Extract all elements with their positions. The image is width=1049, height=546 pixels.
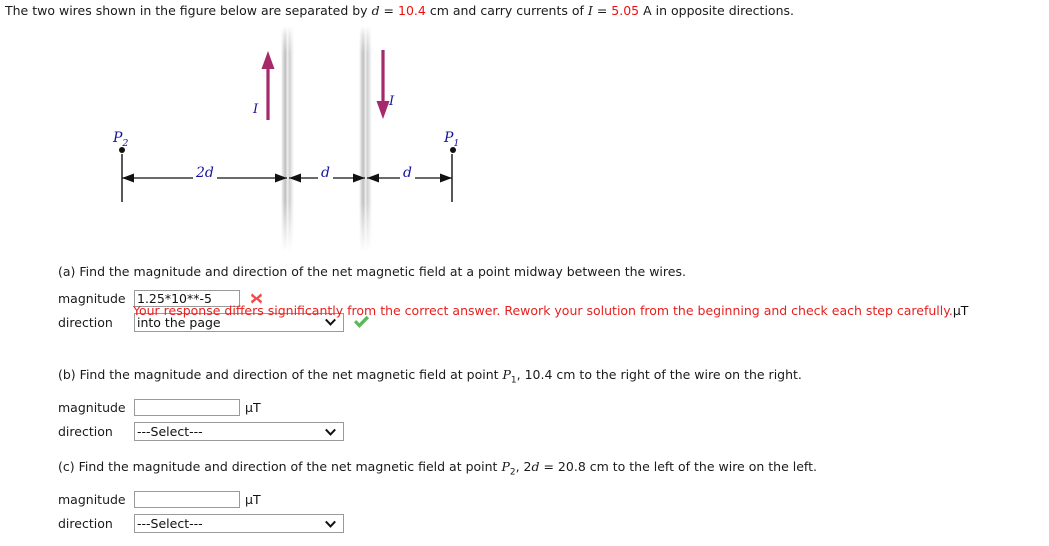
part-c-direction-row: direction ---Select--- [58, 513, 817, 535]
physics-figure: I I P2 P1 2d d d [0, 26, 520, 256]
part-a-direction-label: direction [58, 314, 113, 330]
part-b-direction-select-wrap: ---Select--- [134, 422, 344, 441]
part-c-prompt-symbol-d: d [531, 459, 540, 474]
part-b-prompt-text1: (b) Find the magnitude and direction of … [58, 367, 503, 382]
intro-text-part2: cm and carry currents of [425, 3, 588, 18]
intro-text-part1: The two wires shown in the figure below … [5, 3, 372, 18]
part-b-direction-select[interactable]: ---Select--- [134, 422, 344, 441]
part-b-prompt-symbol: P [502, 367, 511, 382]
part-b-direction-row: direction ---Select--- [58, 421, 802, 443]
part-c-magnitude-input[interactable] [134, 491, 240, 508]
part-b-direction-label: direction [58, 424, 113, 439]
part-c-magnitude-row: magnitude µT [58, 489, 817, 511]
question-part-a: (a) Find the magnitude and direction of … [58, 263, 686, 335]
part-a-feedback-unit: µT [952, 303, 969, 318]
part-a-feedback-text: Your response differs significantly from… [133, 303, 953, 318]
part-c-prompt: (c) Find the magnitude and direction of … [58, 458, 817, 482]
part-c-magnitude-label: magnitude [58, 492, 126, 507]
part-c-direction-label: direction [58, 516, 113, 531]
part-c-direction-select[interactable]: ---Select--- [134, 514, 344, 533]
part-c-prompt-symbol: P [501, 459, 510, 474]
part-b-magnitude-row: magnitude µT [58, 397, 802, 419]
question-part-c: (c) Find the magnitude and direction of … [58, 458, 817, 537]
part-b-prompt-text2: , 10.4 cm to the right of the wire on th… [516, 367, 802, 382]
dimension-label-d-right: d [400, 165, 415, 181]
part-b-magnitude-input[interactable] [134, 399, 240, 416]
part-a-magnitude-label: magnitude [58, 290, 126, 306]
part-b-magnitude-unit: µT [245, 400, 261, 415]
intro-value-i: 5.05 [611, 3, 640, 18]
part-b-magnitude-label: magnitude [58, 400, 126, 415]
dimension-lines [121, 154, 453, 202]
part-a-prompt: (a) Find the magnitude and direction of … [58, 264, 686, 279]
part-a-feedback: Your response differs significantly from… [133, 303, 968, 318]
intro-equals-2: = [592, 3, 612, 18]
dimension-label-d-mid: d [318, 165, 333, 181]
part-c-prompt-text1: (c) Find the magnitude and direction of … [58, 459, 502, 474]
question-part-b: (b) Find the magnitude and direction of … [58, 366, 802, 445]
part-b-prompt: (b) Find the magnitude and direction of … [58, 366, 802, 390]
part-c-magnitude-unit: µT [245, 492, 261, 507]
intro-text-part3: A in opposite directions. [639, 3, 794, 18]
part-c-prompt-text2: , 2 [515, 459, 532, 474]
intro-symbol-d: d [371, 3, 380, 18]
part-c-direction-select-wrap: ---Select--- [134, 514, 344, 533]
part-c-prompt-text3: = 20.8 cm to the left of the wire on the… [539, 459, 817, 474]
problem-statement: The two wires shown in the figure below … [5, 3, 794, 19]
dimension-label-2d: 2d [193, 165, 217, 181]
intro-value-d: 10.4 [398, 3, 426, 18]
intro-equals-1: = [379, 3, 398, 18]
